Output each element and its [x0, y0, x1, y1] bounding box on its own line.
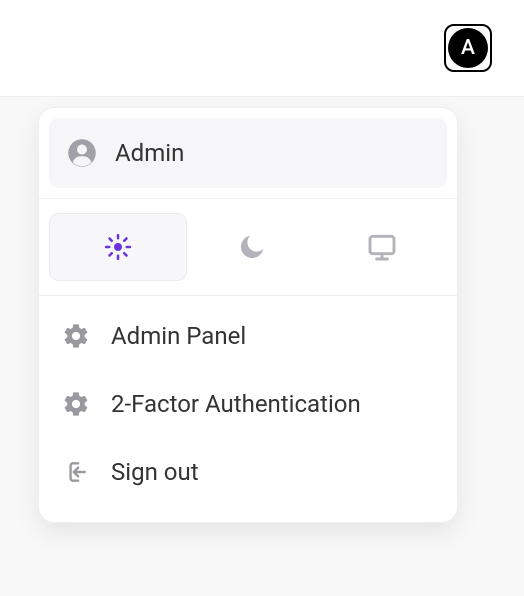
- user-icon: [67, 138, 97, 168]
- menu-item-label: 2-Factor Authentication: [111, 390, 361, 418]
- menu-item-label: Sign out: [111, 458, 199, 486]
- menu-item-sign-out[interactable]: Sign out: [49, 438, 447, 506]
- topbar: A: [0, 0, 524, 96]
- menu-user-section: Admin: [39, 108, 457, 198]
- menu-item-label: Admin Panel: [111, 322, 246, 350]
- menu-user-item[interactable]: Admin: [49, 118, 447, 188]
- sign-out-icon: [61, 459, 91, 485]
- theme-light-button[interactable]: [49, 213, 187, 281]
- menu-item-admin-panel[interactable]: Admin Panel: [49, 302, 447, 370]
- avatar-initial: A: [461, 36, 475, 60]
- theme-dark-button[interactable]: [187, 213, 317, 281]
- gear-icon: [61, 322, 91, 350]
- moon-icon: [237, 232, 267, 262]
- gear-icon: [61, 390, 91, 418]
- avatar: A: [448, 28, 488, 68]
- theme-switcher: [39, 198, 457, 296]
- user-menu: Admin: [38, 107, 458, 523]
- theme-system-button[interactable]: [317, 213, 447, 281]
- menu-user-name: Admin: [115, 139, 184, 167]
- monitor-icon: [366, 231, 398, 263]
- menu-items: Admin Panel 2-Factor Authentication Sign…: [39, 296, 457, 522]
- sun-icon: [103, 232, 133, 262]
- avatar-button[interactable]: A: [444, 24, 492, 72]
- menu-item-2fa[interactable]: 2-Factor Authentication: [49, 370, 447, 438]
